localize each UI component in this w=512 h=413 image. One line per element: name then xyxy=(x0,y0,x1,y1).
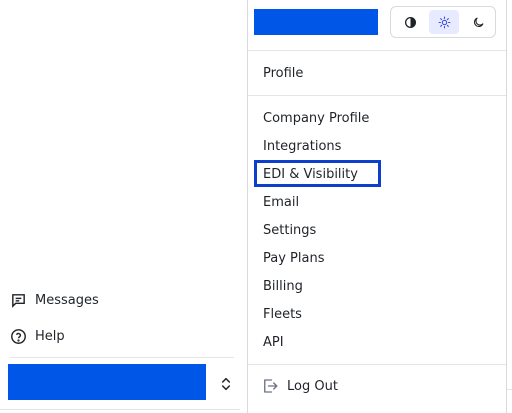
page-right-edge xyxy=(507,0,512,413)
chevron-up-down-icon[interactable] xyxy=(218,376,234,392)
page-right-edge-border xyxy=(507,389,512,390)
logout-button[interactable]: Log Out xyxy=(261,377,338,395)
user-account-block[interactable] xyxy=(8,364,206,400)
theme-system-button[interactable] xyxy=(395,10,425,34)
sidebar-footer: Messages Help xyxy=(0,280,240,413)
menu-divider-2 xyxy=(248,364,506,365)
menu-item-integrations[interactable]: Integrations xyxy=(263,139,341,154)
menu-item-fleets[interactable]: Fleets xyxy=(263,307,302,322)
sun-icon xyxy=(438,16,450,28)
sidebar-help-link[interactable]: Help xyxy=(10,328,65,345)
menu-item-api[interactable]: API xyxy=(263,335,284,350)
theme-dark-button[interactable] xyxy=(463,10,493,34)
theme-switcher xyxy=(390,6,496,38)
account-dropdown-menu: Profile Company Profile Integrations EDI… xyxy=(247,0,507,413)
logout-icon xyxy=(264,379,278,393)
menu-item-pay-plans[interactable]: Pay Plans xyxy=(263,251,324,266)
logout-label: Log Out xyxy=(287,378,338,394)
dropdown-header xyxy=(248,0,506,51)
sidebar-help-label: Help xyxy=(35,329,65,344)
help-circle-icon xyxy=(11,329,26,344)
menu-item-email[interactable]: Email xyxy=(263,195,299,210)
theme-light-button[interactable] xyxy=(429,10,459,34)
moon-icon xyxy=(473,17,483,27)
sidebar-bottom-border xyxy=(0,409,240,410)
sidebar-messages-link[interactable]: Messages xyxy=(10,292,99,309)
menu-divider-1 xyxy=(248,95,506,96)
sidebar-divider xyxy=(10,357,234,358)
organization-block xyxy=(254,9,378,35)
message-icon xyxy=(12,294,25,308)
sidebar-messages-label: Messages xyxy=(35,293,99,308)
menu-item-edi-visibility[interactable]: EDI & Visibility xyxy=(263,167,358,182)
menu-item-profile[interactable]: Profile xyxy=(263,66,303,81)
menu-item-company-profile[interactable]: Company Profile xyxy=(263,111,369,126)
menu-item-settings[interactable]: Settings xyxy=(263,223,316,238)
menu-item-billing[interactable]: Billing xyxy=(263,279,303,294)
contrast-icon xyxy=(404,16,416,28)
